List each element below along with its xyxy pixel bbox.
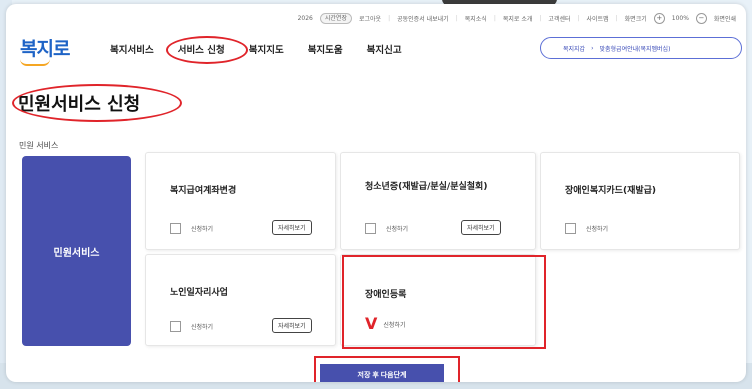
zoom-out-button[interactable]: − bbox=[695, 12, 707, 24]
nav-welfare-report[interactable]: 복지신고 bbox=[355, 42, 414, 56]
service-card-youth-id: 청소년증(재발급/분실/분실철회) 신청하기 자세히보기 bbox=[340, 152, 536, 250]
card-title: 장애인복지카드(재발급) bbox=[565, 186, 657, 196]
breadcrumb-current[interactable]: 맞춤형급여안내(복지멤버십) bbox=[600, 44, 671, 53]
card-title: 복지급여계좌변경 bbox=[170, 186, 237, 196]
extend-session-button[interactable]: 시간연장 bbox=[319, 12, 352, 24]
site-logo[interactable]: 복지로 bbox=[20, 34, 70, 61]
zoom-level: 100% bbox=[671, 14, 689, 22]
year-text: 2026 bbox=[297, 14, 313, 22]
print-link[interactable]: 화면인쇄 bbox=[714, 14, 736, 23]
utility-bar: 2026 시간연장 로그아웃 | 공동인증서 내보내기 | 복지소식 | 복지로… bbox=[297, 12, 736, 24]
util-link-cert[interactable]: 공동인증서 내보내기 bbox=[397, 14, 449, 23]
nav-service-application[interactable]: 서비스 신청 bbox=[165, 36, 248, 64]
page-title: 민원서비스 신청 bbox=[11, 84, 183, 122]
apply-checkbox[interactable] bbox=[170, 223, 181, 234]
page-window: 2026 시간연장 로그아웃 | 공동인증서 내보내기 | 복지소식 | 복지로… bbox=[6, 4, 746, 382]
chevron-right-icon: › bbox=[591, 44, 594, 52]
util-link-support[interactable]: 고객센터 bbox=[548, 14, 570, 23]
service-card-account-change: 복지급여계좌변경 신청하기 자세히보기 bbox=[145, 152, 336, 250]
nav-welfare-services[interactable]: 복지서비스 bbox=[98, 42, 166, 56]
service-card-disability-card: 장애인복지카드(재발급) 신청하기 bbox=[540, 152, 740, 250]
zoom-in-button[interactable]: + bbox=[653, 12, 665, 24]
save-next-button[interactable]: 저장 후 다음단계 bbox=[320, 364, 444, 382]
card-title: 노인일자리사업 bbox=[170, 288, 228, 298]
service-card-disability-registration: 장애인등록 V 신청하기 bbox=[340, 254, 536, 346]
breadcrumb: 복지지갑 › 맞춤형급여안내(복지멤버십) bbox=[540, 37, 742, 59]
nav-welfare-help[interactable]: 복지도움 bbox=[296, 42, 355, 56]
logo-swoosh bbox=[20, 59, 50, 66]
apply-label: 신청하기 bbox=[383, 321, 406, 329]
apply-label: 신청하기 bbox=[191, 226, 214, 233]
util-link-about[interactable]: 복지로 소개 bbox=[503, 14, 533, 23]
detail-button[interactable]: 자세히보기 bbox=[272, 318, 312, 333]
detail-button[interactable]: 자세히보기 bbox=[272, 220, 312, 235]
card-title: 장애인등록 bbox=[365, 290, 407, 300]
main-navigation: 복지서비스 서비스 신청 복지지도 복지도움 복지신고 bbox=[98, 36, 414, 64]
apply-checkbox[interactable] bbox=[365, 223, 376, 234]
apply-label: 신청하기 bbox=[386, 226, 409, 233]
util-link-sitemap[interactable]: 사이트맵 bbox=[587, 14, 609, 23]
apply-label: 신청하기 bbox=[586, 226, 609, 233]
section-label: 민원 서비스 bbox=[19, 141, 59, 150]
apply-checkbox[interactable] bbox=[565, 223, 576, 234]
apply-label: 신청하기 bbox=[191, 324, 214, 331]
apply-checkbox[interactable] bbox=[170, 321, 181, 332]
util-link-screensize: 화면크기 bbox=[624, 15, 647, 23]
logout-link[interactable]: 로그아웃 bbox=[359, 14, 381, 23]
detail-button[interactable]: 자세히보기 bbox=[461, 220, 501, 235]
category-tab-civil-service[interactable]: 민원서비스 bbox=[22, 156, 131, 346]
checkmark-icon[interactable]: V bbox=[365, 316, 377, 332]
card-title: 청소년증(재발급/분실/분실철회) bbox=[365, 182, 488, 192]
util-link-news[interactable]: 복지소식 bbox=[465, 14, 487, 23]
breadcrumb-home[interactable]: 복지지갑 bbox=[563, 44, 585, 53]
service-card-senior-jobs: 노인일자리사업 신청하기 자세히보기 bbox=[145, 254, 336, 346]
